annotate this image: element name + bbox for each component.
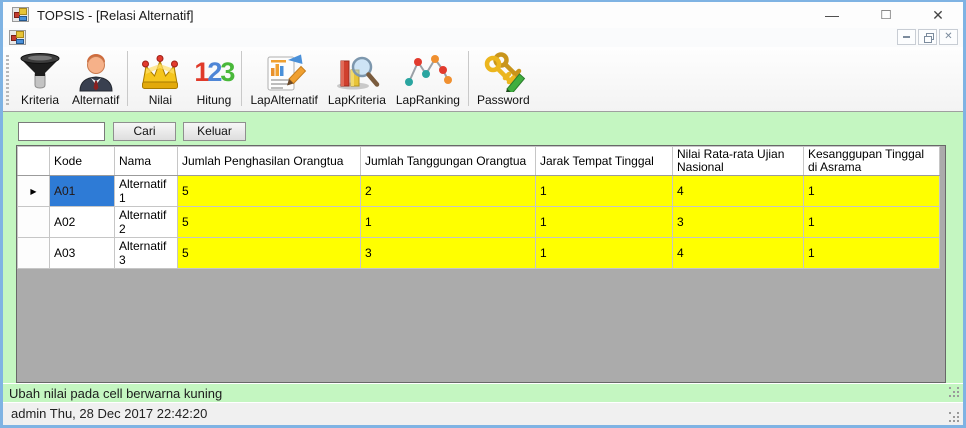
search-input[interactable] <box>18 122 105 141</box>
cell-kode[interactable]: A02 <box>49 206 115 238</box>
cell-value[interactable]: 4 <box>672 175 804 207</box>
toolbar-label: Password <box>476 93 530 107</box>
toolbar-button-hitung[interactable]: 123 Hitung <box>189 50 238 110</box>
toolbar-button-kriteria[interactable]: Kriteria <box>13 50 67 110</box>
toolbar-button-lapranking[interactable]: LapRanking <box>391 50 465 110</box>
cell-value[interactable]: 1 <box>360 206 536 238</box>
toolbar-button-lapalternatif[interactable]: LapAlternatif <box>245 50 322 110</box>
cell-value[interactable]: 3 <box>360 237 536 269</box>
toolbar-button-password[interactable]: Password <box>472 50 535 110</box>
app-window: TOPSIS - [Relasi Alternatif] — □ ✕ ✕ Kri <box>0 0 966 428</box>
mdi-client-area: Cari Keluar Kode Nama Jumlah Penghasilan… <box>3 112 963 383</box>
row-selector-cell[interactable]: ▶ <box>17 175 50 207</box>
window-title: TOPSIS - [Relasi Alternatif] <box>37 8 194 23</box>
main-status-bar: admin Thu, 28 Dec 2017 22:42:20 <box>3 403 963 425</box>
resize-grip[interactable] <box>949 412 961 424</box>
toolbar-separator <box>241 51 243 106</box>
table-row: ▶ A01 Alternatif 1 5 2 1 4 1 <box>17 175 940 207</box>
close-button[interactable]: ✕ <box>921 4 955 26</box>
toolbar-button-alternatif[interactable]: Alternatif <box>67 50 124 110</box>
crown-icon <box>136 52 184 92</box>
cell-value[interactable]: 4 <box>672 237 804 269</box>
resize-grip[interactable] <box>949 387 961 399</box>
column-header-jarak[interactable]: Jarak Tempat Tinggal <box>535 146 673 176</box>
column-header-nilai-un[interactable]: Nilai Rata-rata Ujian Nasional <box>672 146 804 176</box>
mdi-close-button[interactable]: ✕ <box>939 29 958 45</box>
table-row: A03 Alternatif 3 5 3 1 4 1 <box>17 237 940 269</box>
toolbar-separator <box>467 51 469 106</box>
toolbar-label: LapRanking <box>395 93 460 107</box>
row-selector-header <box>17 146 50 176</box>
report-document-icon <box>260 52 308 92</box>
cell-value[interactable]: 2 <box>360 175 536 207</box>
toolbar-button-nilai[interactable]: Nilai <box>131 50 189 110</box>
restore-icon <box>924 33 934 43</box>
cell-value[interactable]: 5 <box>177 175 361 207</box>
cari-button[interactable]: Cari <box>113 122 176 141</box>
keluar-button[interactable]: Keluar <box>183 122 246 141</box>
cell-value[interactable]: 1 <box>535 237 673 269</box>
row-selector-cell[interactable] <box>17 237 50 269</box>
cell-value[interactable]: 1 <box>535 206 673 238</box>
cell-value[interactable]: 1 <box>535 175 673 207</box>
cell-kode[interactable]: A01 <box>49 175 115 207</box>
column-header-kesanggupan[interactable]: Kesanggupan Tinggal di Asrama <box>803 146 940 176</box>
person-icon <box>74 52 118 92</box>
status-footer: admin Thu, 28 Dec 2017 22:42:20 <box>11 406 208 421</box>
mdi-child-icon <box>9 30 26 45</box>
cell-value[interactable]: 1 <box>803 206 940 238</box>
header-row: Kode Nama Jumlah Penghasilan Orangtua Ju… <box>17 146 940 176</box>
cell-value[interactable]: 5 <box>177 206 361 238</box>
status-message: Ubah nilai pada cell berwarna kuning <box>9 386 223 401</box>
minimize-button[interactable]: — <box>815 4 849 26</box>
toolbar-label: LapAlternatif <box>250 93 318 107</box>
toolbar-label: Hitung <box>196 93 232 107</box>
cell-nama[interactable]: Alternatif 1 <box>114 175 178 207</box>
table-row: A02 Alternatif 2 5 1 1 3 1 <box>17 206 940 238</box>
cell-value[interactable]: 1 <box>803 175 940 207</box>
line-chart-icon <box>404 52 452 92</box>
title-bar: TOPSIS - [Relasi Alternatif] — □ ✕ <box>3 2 963 28</box>
mdi-minimize-button[interactable] <box>897 29 916 45</box>
mdi-restore-button[interactable] <box>918 29 937 45</box>
numbers-123-icon: 123 <box>194 56 235 87</box>
toolbar-grip[interactable] <box>6 55 9 105</box>
toolbar-button-lapkriteria[interactable]: LapKriteria <box>323 50 391 110</box>
column-header-kode[interactable]: Kode <box>49 146 115 176</box>
row-selector-cell[interactable] <box>17 206 50 238</box>
app-icon <box>12 7 29 22</box>
toolbar: Kriteria Alternatif Nilai 1 2 3 Hitung L… <box>3 47 963 112</box>
barchart-magnifier-icon <box>334 52 380 92</box>
toolbar-label: Kriteria <box>20 93 59 107</box>
maximize-button[interactable]: □ <box>869 4 903 26</box>
keys-pencil-icon <box>480 52 526 92</box>
cell-nama[interactable]: Alternatif 2 <box>114 206 178 238</box>
mdi-window-controls: ✕ <box>897 29 958 45</box>
data-grid: Kode Nama Jumlah Penghasilan Orangtua Ju… <box>16 145 946 383</box>
cell-value[interactable]: 3 <box>672 206 804 238</box>
cell-nama[interactable]: Alternatif 3 <box>114 237 178 269</box>
cell-value[interactable]: 1 <box>803 237 940 269</box>
funnel-icon <box>18 52 62 92</box>
cell-value[interactable]: 5 <box>177 237 361 269</box>
cell-kode[interactable]: A03 <box>49 237 115 269</box>
column-header-penghasilan[interactable]: Jumlah Penghasilan Orangtua <box>177 146 361 176</box>
toolbar-label: LapKriteria <box>327 93 386 107</box>
column-header-tanggungan[interactable]: Jumlah Tanggungan Orangtua <box>360 146 536 176</box>
mdi-menu-strip: ✕ <box>3 28 963 47</box>
toolbar-separator <box>127 51 129 106</box>
column-header-nama[interactable]: Nama <box>114 146 178 176</box>
message-status-strip: Ubah nilai pada cell berwarna kuning <box>3 383 963 403</box>
toolbar-label: Alternatif <box>72 93 120 107</box>
toolbar-label: Nilai <box>148 93 173 107</box>
